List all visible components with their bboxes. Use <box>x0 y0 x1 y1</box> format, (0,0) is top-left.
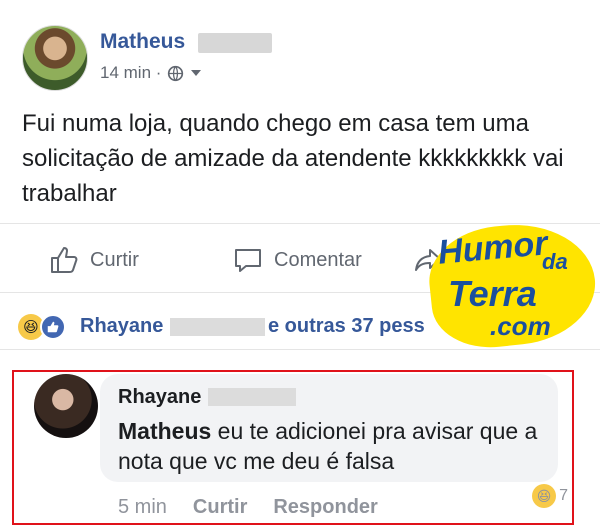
chevron-down-icon[interactable] <box>190 67 202 79</box>
like-label: Curtir <box>90 248 139 271</box>
comment-reaction-number: 7 <box>559 487 568 504</box>
comment-like-button[interactable]: Curtir <box>193 496 247 519</box>
redaction-mask <box>208 388 296 406</box>
logo-text-da: da <box>542 249 568 274</box>
comment-author-name[interactable]: Rhayane <box>118 386 201 409</box>
comment-text: Matheus eu te adicionei pra avisar que a… <box>118 416 538 476</box>
reaction-icons: 😆 <box>18 314 66 340</box>
comment-reply-button[interactable]: Responder <box>273 496 377 519</box>
comment-bubble: Rhayane Matheus eu te adicionei pra avis… <box>100 374 558 482</box>
speech-bubble-icon <box>235 249 261 272</box>
globe-icon[interactable] <box>167 65 184 82</box>
redaction-mask <box>170 318 265 336</box>
comment-actions: 5 min Curtir Responder <box>118 496 378 519</box>
comment-label: Comentar <box>274 248 362 271</box>
commenter-avatar[interactable] <box>34 374 98 438</box>
comment-mention[interactable]: Matheus <box>118 418 211 444</box>
logo-text-com: .com <box>490 311 551 341</box>
comment-time[interactable]: 5 min <box>118 496 167 519</box>
like-badge-icon <box>40 314 66 340</box>
post-time[interactable]: 14 min · <box>100 63 161 83</box>
reaction-others-text[interactable]: e outras 37 pess <box>268 315 425 338</box>
haha-emoji-icon: 😆 <box>532 484 557 508</box>
comment-button[interactable]: Comentar <box>232 244 362 276</box>
reaction-first-name[interactable]: Rhayane <box>80 315 163 338</box>
post-meta: 14 min · <box>100 63 202 83</box>
post-header: Matheus 14 min · <box>0 0 600 95</box>
redaction-mask <box>198 33 272 53</box>
post-author-name[interactable]: Matheus <box>100 30 185 54</box>
highlighted-comment: Rhayane Matheus eu te adicionei pra avis… <box>12 370 574 525</box>
comment-reaction-count[interactable]: 😆 7 <box>532 484 568 508</box>
thumbs-up-icon <box>51 247 78 273</box>
thumbs-up-icon <box>47 321 59 333</box>
logo-text-terra: Terra <box>448 273 537 314</box>
author-avatar[interactable] <box>22 25 88 91</box>
post-text: Fui numa loja, quando chego em casa tem … <box>22 110 564 207</box>
watermark-logo: Humor da Terra .com <box>424 216 600 354</box>
like-button[interactable]: Curtir <box>48 244 139 276</box>
